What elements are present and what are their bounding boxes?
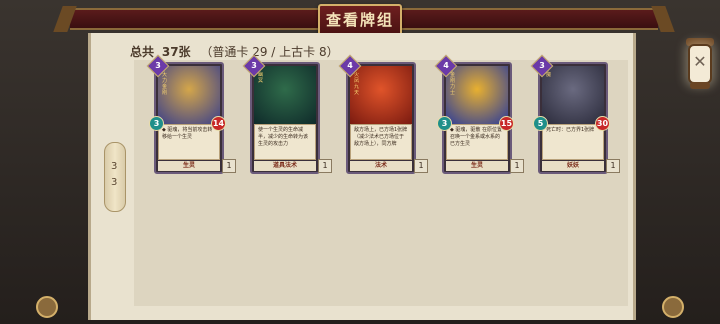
card-count: 1 xyxy=(606,159,620,173)
scroll-top-digit: 3 xyxy=(111,161,118,172)
card-name: 大力金刚 xyxy=(162,72,168,96)
card-5[interactable]: 3 魔死亡时：已方界1张牌 妖妖 5 30 1 xyxy=(530,54,624,176)
card-3[interactable]: 4 火凤九天 敌方场上，已方场1张牌（减少法术已方场位于敌方场上），同方牌 法术 1 xyxy=(338,54,432,176)
card-type: 生灵 xyxy=(446,161,508,171)
card-description: 使一个生灵的生命减半，减少的生命转为该生灵的攻击力 xyxy=(254,124,316,160)
card-description: 敌方场上，已方场1张牌（减少法术已方场位于敌方场上），同方牌 xyxy=(350,124,412,160)
card-name: 火凤九天 xyxy=(354,72,360,96)
page-title: 查看牌组 xyxy=(318,4,402,36)
scroll-bottom-digit: 3 xyxy=(111,177,118,188)
card-4[interactable]: 4 金刚力士 ◆ 驱魂，驱散 在原位置召唤一个金系或水系的已方生灵 生灵 3 15 1 xyxy=(434,54,528,176)
card-2[interactable]: 3 幽冥 使一个生灵的生命减半，减少的生命转为该生灵的攻击力 道具法术 1 xyxy=(242,54,336,176)
card-health: 14 xyxy=(211,116,226,131)
card-count: 1 xyxy=(222,159,236,173)
card-type-breakdown: （普通卡 29 / 上古卡 8） xyxy=(200,45,339,59)
card-type: 生灵 xyxy=(158,161,220,171)
card-count: 1 xyxy=(318,159,332,173)
card-count: 1 xyxy=(414,159,428,173)
card-type: 道具法术 xyxy=(254,161,316,171)
page-scroll-indicator[interactable]: 3 3 xyxy=(104,142,126,212)
card-name: 幽冥 xyxy=(258,72,264,84)
card-1[interactable]: 3 大力金刚 ◆ 驱魂，将当前攻击转移给一个生灵 生灵 3 14 1 xyxy=(146,54,240,176)
card-attack: 3 xyxy=(149,116,164,131)
total-label: 总共 xyxy=(130,45,155,59)
card-description: 死亡时：已方界1张牌 xyxy=(542,124,604,160)
card-type: 法术 xyxy=(350,161,412,171)
settings-button[interactable] xyxy=(662,296,684,318)
card-attack: 3 xyxy=(437,116,452,131)
card-name: 金刚力士 xyxy=(450,72,456,96)
lantern-foot xyxy=(690,82,710,89)
close-button[interactable]: ✕ xyxy=(682,34,718,94)
card-health: 30 xyxy=(595,116,610,131)
card-health: 15 xyxy=(499,116,514,131)
card-frame: 火凤九天敌方场上，已方场1张牌（减少法术已方场位于敌方场上），同方牌 法术 xyxy=(346,62,416,174)
card-frame: 幽冥使一个生灵的生命减半，减少的生命转为该生灵的攻击力 道具法术 xyxy=(250,62,320,174)
card-description: ◆ 驱魂，将当前攻击转移给一个生灵 xyxy=(158,124,220,160)
chest-button[interactable] xyxy=(36,296,58,318)
total-count: 37张 xyxy=(161,45,191,59)
deck-view-screen: 查看牌组 总共 37张 （普通卡 29 / 上古卡 8） 3 3 ✕ 3 大力金刚… xyxy=(0,0,720,324)
card-description: ◆ 驱魂，驱散 在原位置召唤一个金系或水系的已方生灵 xyxy=(446,124,508,160)
card-attack: 5 xyxy=(533,116,548,131)
card-type: 妖妖 xyxy=(542,161,604,171)
card-count: 1 xyxy=(510,159,524,173)
close-icon: ✕ xyxy=(693,52,707,71)
